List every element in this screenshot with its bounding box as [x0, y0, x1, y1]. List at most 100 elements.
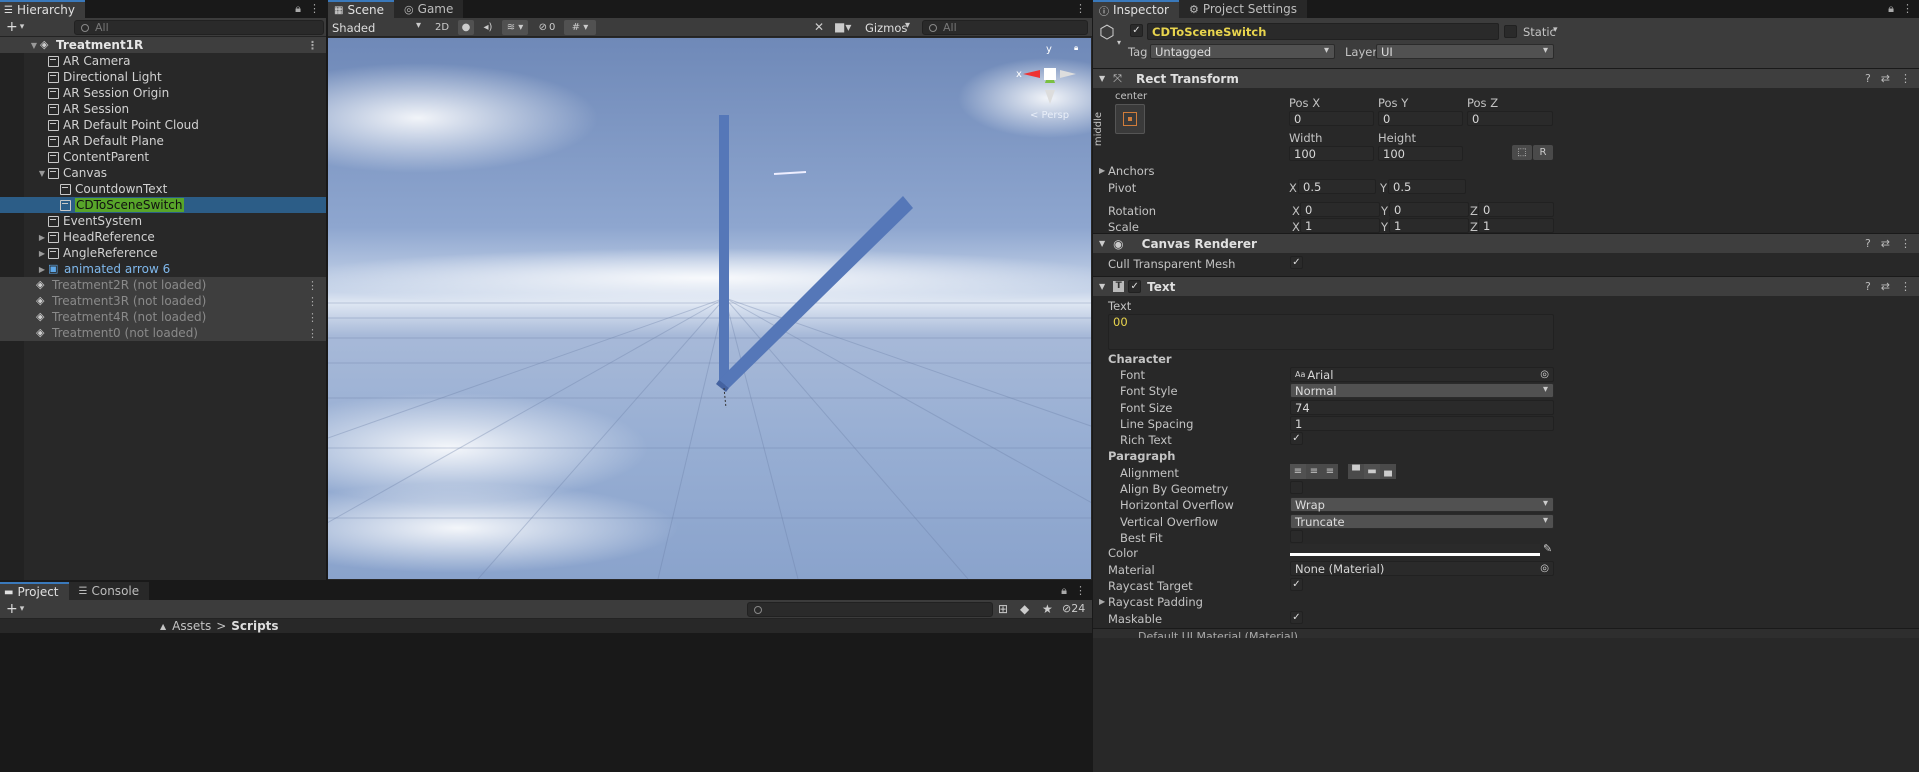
lock-icon[interactable]: 🔒︎ [1061, 584, 1067, 598]
tab-inspector[interactable]: ⓘ Inspector [1093, 0, 1179, 18]
align-top-button[interactable]: ▀ [1348, 464, 1364, 479]
add-icon[interactable]: + [6, 601, 18, 617]
horizontal-overflow-dropdown[interactable]: Wrap [1290, 497, 1554, 512]
material-object-field[interactable]: None (Material) ◎ [1290, 561, 1554, 576]
align-right-button[interactable]: ≡ [1322, 464, 1338, 479]
gizmo-lock-icon[interactable]: 🔒︎ [1074, 43, 1078, 52]
label-icon[interactable]: ◆ [1020, 602, 1029, 616]
list-item[interactable]: ContentParent [0, 149, 326, 165]
active-checkbox[interactable]: ✓ [1130, 24, 1143, 37]
static-label[interactable]: Static [1523, 25, 1556, 39]
scale-z-field[interactable]: 1 [1478, 218, 1554, 233]
kebab-icon[interactable]: ⋮ [307, 327, 318, 340]
list-item[interactable]: AR Camera [0, 53, 326, 69]
posz-field[interactable]: 0 [1467, 111, 1553, 126]
rotation-y-field[interactable]: 0 [1389, 202, 1469, 217]
eyedropper-icon[interactable]: ✎ [1543, 542, 1552, 555]
chevron-down-icon[interactable]: ▼ [1099, 282, 1105, 291]
effects-toggle-button[interactable]: ≋ ▾ [502, 20, 528, 35]
chevron-down-icon[interactable]: ▼ [1099, 239, 1105, 248]
cull-mesh-checkbox[interactable]: ✓ [1290, 256, 1303, 269]
tag-dropdown[interactable]: Untagged [1150, 44, 1335, 59]
audio-toggle-button[interactable]: ◂) [480, 20, 496, 35]
list-item-selected[interactable]: CDToSceneSwitch [0, 197, 326, 213]
object-picker-icon[interactable]: ◎ [1540, 369, 1549, 380]
inspector-divider[interactable] [1092, 0, 1093, 772]
gizmos-dropdown[interactable]: Gizmos [861, 20, 915, 35]
help-icon[interactable]: ? [1865, 237, 1871, 250]
rect-transform-header[interactable]: ▼ ⤧ Rect Transform ? ⇄ ⋮ [1093, 68, 1919, 88]
rich-text-checkbox[interactable]: ✓ [1290, 432, 1303, 445]
text-component-header[interactable]: ▼ T ✓ Text ? ⇄ ⋮ [1093, 276, 1919, 296]
hierarchy-search-input[interactable]: All [74, 20, 324, 35]
lighting-toggle-button[interactable]: ● [458, 20, 474, 35]
chevron-right-icon[interactable]: ▶ [1099, 597, 1105, 606]
height-field[interactable]: 100 [1378, 146, 1463, 161]
scene-row-unloaded[interactable]: ◈ Treatment3R (not loaded) ⋮ [0, 293, 326, 309]
font-size-field[interactable]: 74 [1290, 400, 1554, 415]
kebab-icon[interactable]: ⋮ [1075, 2, 1086, 15]
align-middle-button[interactable]: ▬ [1364, 464, 1380, 479]
canvas-renderer-header[interactable]: ▼ ◉ Canvas Renderer ? ⇄ ⋮ [1093, 233, 1919, 253]
anchors-foldout[interactable]: Anchors [1108, 164, 1155, 178]
chevron-down-icon[interactable]: ▼ [1099, 74, 1105, 83]
expand-arrow-icon[interactable]: ▼ [36, 169, 48, 178]
project-search-input[interactable] [747, 602, 993, 617]
add-icon[interactable]: + [6, 19, 18, 35]
align-bottom-button[interactable]: ▄ [1380, 464, 1396, 479]
posy-field[interactable]: 0 [1378, 111, 1463, 126]
text-enabled-checkbox[interactable]: ✓ [1128, 280, 1142, 293]
pivot-x-field[interactable]: 0.5 [1298, 179, 1376, 194]
scene-row-unloaded[interactable]: ◈ Treatment4R (not loaded) ⋮ [0, 309, 326, 325]
persp-label[interactable]: < Persp [1030, 110, 1069, 121]
align-left-button[interactable]: ≡ [1290, 464, 1306, 479]
expand-arrow-icon[interactable]: ▶ [36, 233, 48, 242]
scene-row-unloaded[interactable]: ◈ Treatment2R (not loaded) ⋮ [0, 277, 326, 293]
kebab-icon[interactable]: ⋮ [1900, 237, 1911, 250]
rotation-x-field[interactable]: 0 [1300, 202, 1380, 217]
list-item[interactable]: ▶ HeadReference [0, 229, 326, 245]
scene-viewport[interactable]: y x 🔒︎ < Persp [328, 38, 1091, 579]
scale-x-field[interactable]: 1 [1300, 218, 1380, 233]
shading-mode-dropdown[interactable]: Shaded [328, 20, 426, 35]
breadcrumb-scripts[interactable]: Scripts [231, 619, 278, 633]
help-icon[interactable]: ? [1865, 72, 1871, 85]
kebab-icon[interactable]: ⋮ [1902, 2, 1913, 16]
tab-scene[interactable]: ▦ Scene [328, 0, 395, 18]
scene-row-unloaded[interactable]: ◈ Treatment0 (not loaded) ⋮ [0, 325, 326, 341]
kebab-icon[interactable]: ⋮ [1900, 72, 1911, 85]
vertical-overflow-dropdown[interactable]: Truncate [1290, 514, 1554, 529]
hidden-objects-button[interactable]: ⊘ 0 [534, 20, 560, 35]
expand-arrow-icon[interactable]: ▼ [28, 41, 40, 50]
chevron-down-icon[interactable]: ▾ [20, 604, 25, 614]
tab-console[interactable]: ☰ Console [68, 582, 150, 600]
list-item[interactable]: AR Default Plane [0, 133, 326, 149]
kebab-icon[interactable]: ⋮ [307, 311, 318, 324]
tab-project[interactable]: ▬ Project [0, 582, 69, 600]
tools-icon[interactable]: ✕ [814, 20, 824, 34]
list-item[interactable]: AR Default Point Cloud [0, 117, 326, 133]
chevron-right-icon[interactable]: ▶ [1099, 166, 1105, 175]
preset-icon[interactable]: ⇄ [1881, 237, 1890, 250]
kebab-icon[interactable]: ⋮ [307, 39, 318, 52]
raw-edit-button[interactable]: R [1533, 145, 1553, 160]
static-checkbox[interactable] [1504, 25, 1517, 38]
list-item[interactable]: AR Session [0, 101, 326, 117]
object-name-field[interactable]: CDToSceneSwitch [1147, 23, 1499, 40]
rotation-z-field[interactable]: 0 [1478, 202, 1554, 217]
tab-game[interactable]: ◎ Game [394, 0, 464, 18]
list-item[interactable]: ▶ AngleReference [0, 245, 326, 261]
kebab-icon[interactable]: ⋮ [307, 295, 318, 308]
expand-arrow-icon[interactable]: ▶ [36, 249, 48, 258]
breadcrumb-assets[interactable]: Assets [172, 619, 211, 633]
font-object-field[interactable]: Aa Arial ◎ [1290, 367, 1554, 382]
blueprint-mode-button[interactable]: ⬚ [1512, 145, 1532, 160]
2d-toggle-button[interactable]: 2D [432, 20, 452, 35]
kebab-icon[interactable]: ⋮ [307, 279, 318, 292]
chevron-down-icon[interactable]: ▾ [20, 22, 25, 32]
grid-toggle-button[interactable]: # ▾ [564, 20, 596, 35]
favorite-star-icon[interactable]: ★ [1042, 602, 1053, 616]
kebab-icon[interactable]: ⋮ [1900, 280, 1911, 293]
up-arrow-icon[interactable]: ▲ [160, 622, 166, 631]
align-center-button[interactable]: ≡ [1306, 464, 1322, 479]
